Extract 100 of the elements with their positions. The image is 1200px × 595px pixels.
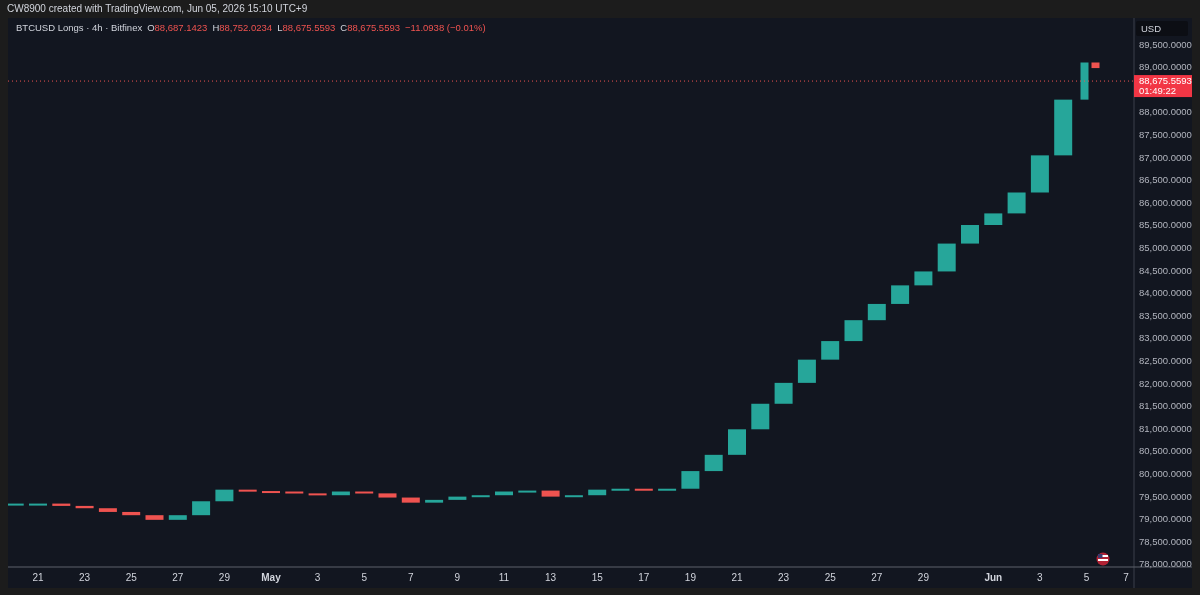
countdown: 01:49:22 [1139,85,1176,97]
time-axis-label: 7 [1123,572,1129,583]
currency-button[interactable] [1136,21,1188,36]
candlestick [355,491,374,494]
time-axis-label: 25 [824,572,836,583]
chart-legend: BTCUSD Longs · 4h · Bitfinex O88,687.1423 H88,752.0234 L88,675.5593 C88,675.5593 −11.0938 (−0.01%) [16,22,486,33]
time-axis-label: 5 [361,572,367,583]
flag-icon[interactable] [1096,552,1110,566]
price-axis-label: 79,500.0000 [1139,490,1192,502]
candlestick [75,505,94,509]
price-axis-label: 78,000.0000 [1139,558,1192,570]
candlestick [844,320,863,342]
candlestick [891,285,910,304]
price-axis-label: 86,500.0000 [1139,174,1192,186]
candlestick [1091,62,1100,69]
candlestick [378,493,397,498]
candlestick [774,382,793,404]
time-axis-label: 29 [917,572,929,583]
time-axis-label: 29 [218,572,230,583]
candlestick [122,511,141,516]
candlestick [192,501,211,516]
candlestick [495,491,513,496]
time-axis-label: 3 [1037,572,1043,583]
time-axis-label: 3 [314,572,321,583]
candlestick [518,490,537,493]
time-axis-label: 27 [172,572,184,583]
price-axis-label: 83,000.0000 [1139,332,1192,344]
candlestick [52,503,71,506]
price-axis-label: 82,000.0000 [1139,377,1192,389]
candlestick [29,503,47,506]
price-axis-label: 84,000.0000 [1139,287,1192,299]
candlestick [984,213,1003,225]
candlestick [1080,62,1089,100]
price-axis-label: 80,500.0000 [1139,445,1192,457]
price-axis-label: 89,000.0000 [1139,61,1192,73]
candlestick [308,493,327,496]
time-axis-label: 21 [731,572,743,583]
price-axis-label: 89,500.0000 [1139,38,1192,50]
candlestick [238,489,257,492]
candlestick [751,403,770,430]
candlestick [681,471,700,489]
candlestick [471,495,490,498]
candlestick [564,495,583,498]
time-axis-label: 27 [871,572,883,583]
candlestick [634,488,653,491]
candlestick [937,243,956,272]
candlestick [262,491,280,494]
time-axis-label: 7 [408,572,414,583]
price-axis-label: 84,500.0000 [1139,264,1192,276]
time-axis-label: 5 [1083,572,1090,583]
time-axis-label: 23 [79,572,91,583]
candlestick [658,488,677,491]
price-axis-label: 86,000.0000 [1139,196,1192,208]
candlestick [285,491,304,494]
currency-label[interactable]: USD [1141,23,1162,34]
price-axis-label: 87,000.0000 [1139,151,1192,163]
candlestick [425,499,444,503]
candlestick [401,497,420,503]
last-price-tag [1134,75,1192,98]
time-axis-label: 17 [638,572,650,583]
time-axis-label: Jun [984,572,1003,583]
price-axis-label: 85,000.0000 [1139,241,1192,253]
time-axis-label: 25 [125,572,137,583]
candlestick [611,488,630,491]
candlestick [98,508,117,512]
candlestick [704,454,723,472]
watermark-caption: CW8900 created with TradingView.com, Jun 05, 2026 15:10 UTC+9 [7,4,308,14]
candlestick [961,225,979,244]
candlestick [168,515,187,520]
price-axis-label: 81,500.0000 [1139,400,1192,412]
candlestick [797,359,816,383]
candlestick [215,489,234,502]
candlestick [867,303,886,321]
time-axis-label: 9 [454,572,461,583]
time-axis-label: 11 [498,572,510,583]
candlestick [541,490,560,497]
price-axis-label: 87,500.0000 [1139,128,1192,140]
price-axis-label: 85,500.0000 [1139,219,1192,231]
candlestick [145,515,164,520]
candlestick [448,496,467,500]
candlestick [821,341,840,360]
candlestick [588,489,607,496]
candlestick [728,429,746,455]
time-axis-label: 23 [778,572,790,583]
price-axis-label: 83,500.0000 [1139,309,1192,321]
price-axis-label: 79,000.0000 [1139,513,1192,525]
price-axis-label: 88,000.0000 [1139,106,1192,118]
last-price: 88,675.5593 [1139,75,1192,87]
time-axis-label: 19 [684,572,696,583]
candlestick [1030,155,1049,193]
price-axis-label: 82,500.0000 [1139,354,1192,366]
candlestick [331,491,350,496]
price-axis-label: 78,500.0000 [1139,535,1192,547]
candlestick [1007,192,1026,214]
price-axis-label: 80,000.0000 [1139,467,1192,479]
time-axis-label: 13 [545,572,557,583]
time-axis-label: May [261,572,281,583]
time-axis-label: 15 [591,572,603,583]
candlestick [1054,99,1073,156]
candlestick [914,271,933,286]
